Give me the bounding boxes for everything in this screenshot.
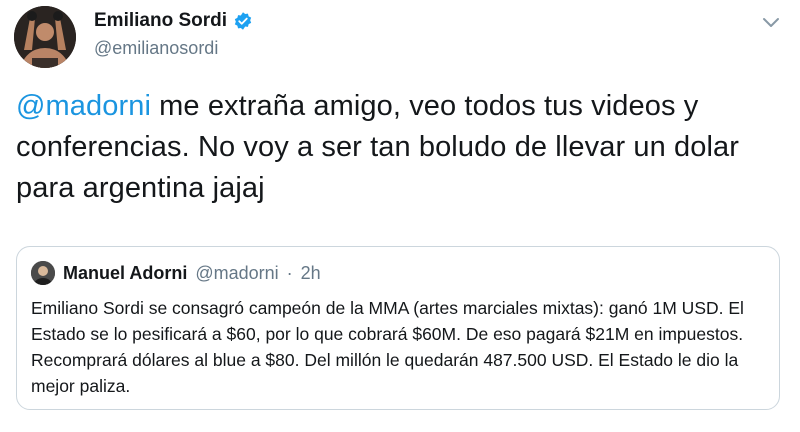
quoted-tweet[interactable]: Manuel Adorni @madorni · 2h Emiliano Sor… — [16, 246, 780, 410]
author-handle[interactable]: @emilianosordi — [94, 38, 253, 59]
quoted-handle: @madorni — [195, 262, 279, 283]
author-block: Emiliano Sordi @emilianosordi — [94, 10, 253, 59]
quoted-separator: · — [286, 262, 293, 283]
tweet-card[interactable]: Emiliano Sordi @emilianosordi @madorni m… — [0, 0, 800, 432]
quoted-time: 2h — [300, 262, 321, 283]
verified-badge-icon — [233, 11, 253, 31]
quoted-text: Emiliano Sordi se consagró campeón de la… — [31, 298, 744, 396]
tweet-text: @madorni me extraña amigo, veo todos tus… — [16, 86, 786, 209]
quoted-header: Manuel Adorni @madorni · 2h — [31, 261, 321, 285]
quoted-display-name: Manuel Adorni — [63, 262, 188, 283]
author-avatar[interactable] — [14, 6, 76, 68]
chevron-down-icon[interactable] — [760, 12, 782, 34]
mention-link[interactable]: @madorni — [16, 90, 151, 122]
author-display-name[interactable]: Emiliano Sordi — [94, 10, 227, 32]
quoted-author-avatar — [31, 261, 55, 285]
